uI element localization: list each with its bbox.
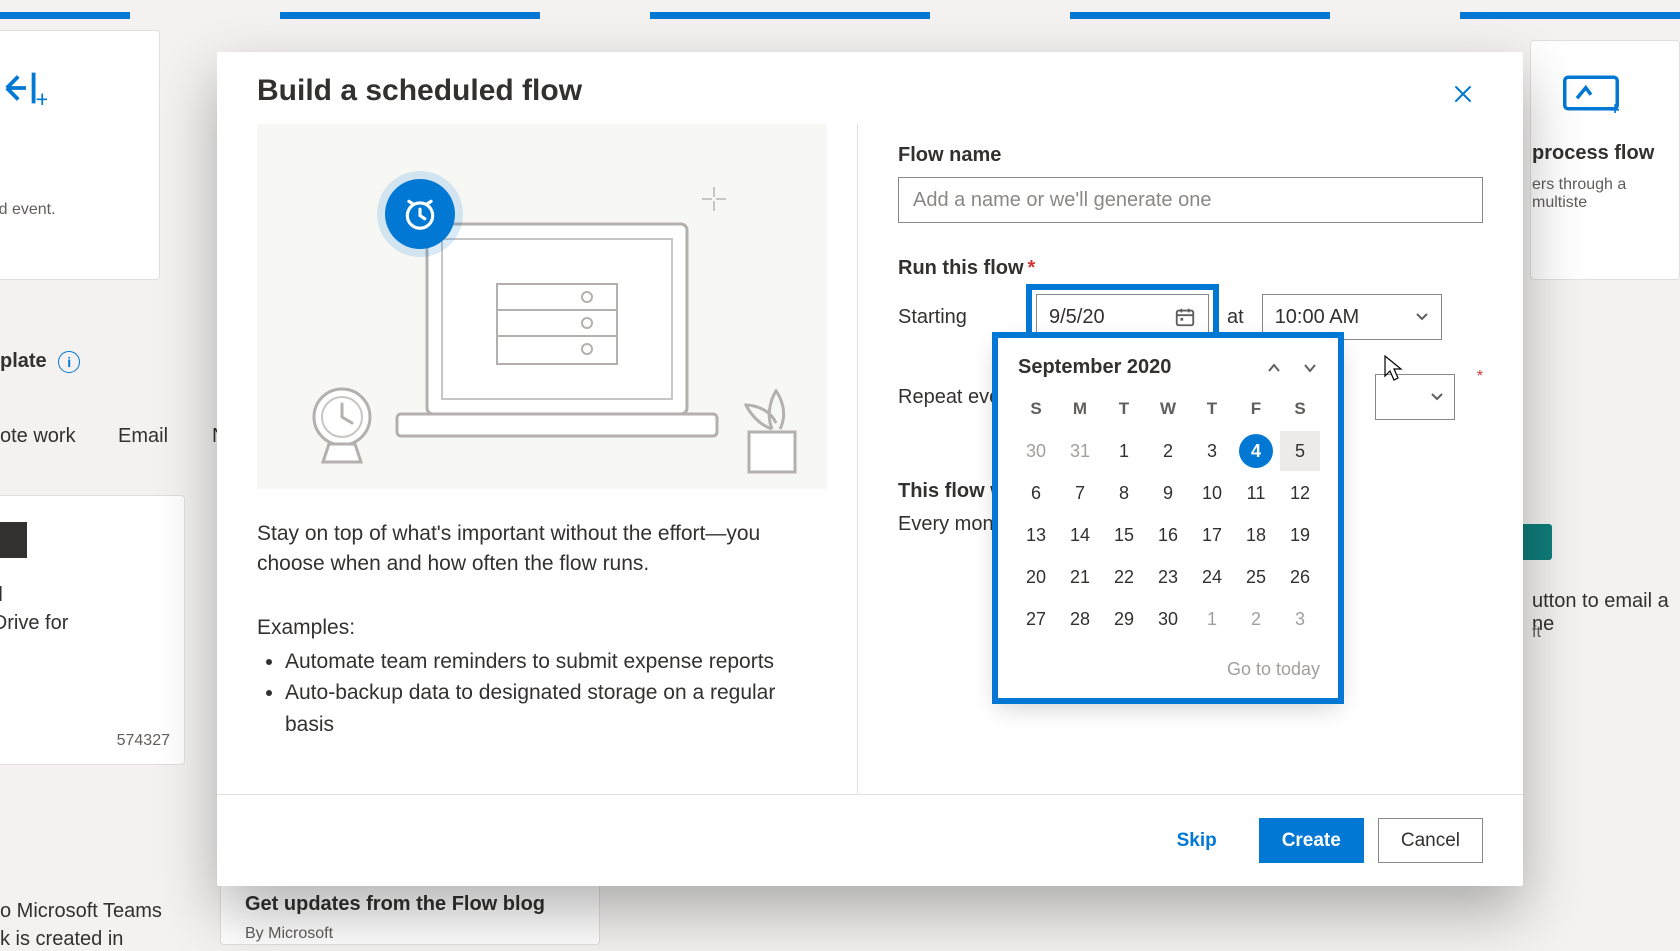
chevron-down-icon (1415, 310, 1429, 324)
examples-list: Automate team reminders to submit expens… (257, 646, 827, 741)
datepicker-day[interactable]: 3 (1192, 431, 1232, 471)
scheduled-flow-dialog: Build a scheduled flow (217, 52, 1523, 886)
datepicker-day[interactable]: 5 (1280, 431, 1320, 471)
schedule-illustration (257, 124, 827, 489)
examples-title: Examples: (257, 616, 827, 640)
datepicker-dow: M (1060, 389, 1100, 429)
datepicker-day[interactable]: 27 (1016, 599, 1056, 639)
bg-blog-by: By Microsoft (245, 925, 333, 943)
datepicker-day[interactable]: 15 (1104, 515, 1144, 555)
datepicker-day[interactable]: 9 (1148, 473, 1188, 513)
create-button[interactable]: Create (1259, 818, 1364, 863)
datepicker-day[interactable]: 23 (1148, 557, 1188, 597)
bg-teams-l2: k is created in (0, 928, 123, 951)
example-item: Automate team reminders to submit expens… (285, 646, 827, 678)
dialog-title: Build a scheduled flow (257, 74, 582, 108)
datepicker-day[interactable]: 3 (1280, 599, 1320, 639)
datepicker-day[interactable]: 29 (1104, 599, 1144, 639)
datepicker-day[interactable]: 1 (1104, 431, 1144, 471)
datepicker-day[interactable]: 10 (1192, 473, 1232, 513)
bg-template-label: plate i (0, 350, 80, 373)
skip-button[interactable]: Skip (1149, 818, 1245, 863)
datepicker-day[interactable]: 11 (1236, 473, 1276, 513)
bg-event-text: ignated event. (0, 201, 56, 219)
bg-tag-email[interactable]: Email (118, 425, 168, 448)
calendar-icon (1174, 306, 1196, 328)
datepicker-day[interactable]: 6 (1016, 473, 1056, 513)
datepicker-day[interactable]: 19 (1280, 515, 1320, 555)
starting-label: Starting (898, 306, 1018, 329)
start-time-select[interactable]: 10:00 AM (1262, 294, 1442, 340)
bg-process-sub: ers through a multiste (1532, 176, 1680, 212)
datepicker-day[interactable]: 12 (1280, 473, 1320, 513)
close-icon (1453, 84, 1473, 104)
start-date-value: 9/5/20 (1049, 306, 1105, 329)
close-button[interactable] (1443, 74, 1483, 114)
cursor-icon (1382, 354, 1404, 387)
prev-month-icon[interactable] (1266, 360, 1282, 376)
datepicker-dow: T (1192, 389, 1232, 429)
datepicker-month[interactable]: September 2020 (1018, 356, 1171, 379)
cancel-button[interactable]: Cancel (1378, 818, 1483, 863)
run-flow-label: Run this flow* (898, 257, 1483, 280)
datepicker-day[interactable]: 4 (1239, 434, 1273, 468)
example-item: Auto-backup data to designated storage o… (285, 677, 827, 740)
datepicker-dow: S (1016, 389, 1056, 429)
bg-button-by: ft (1532, 624, 1541, 642)
datepicker-day[interactable]: 30 (1016, 431, 1056, 471)
bg-card-email-l1: email (0, 584, 3, 607)
bg-process-title: process flow (1532, 142, 1654, 165)
flow-name-input[interactable] (898, 177, 1483, 223)
flow-name-label: Flow name (898, 144, 1483, 167)
alarm-clock-icon (385, 179, 455, 249)
datepicker-day[interactable]: 30 (1148, 599, 1188, 639)
datepicker-dow: T (1104, 389, 1144, 429)
datepicker-day[interactable]: 24 (1192, 557, 1232, 597)
date-picker: September 2020 SMTWTFS303112345678910111… (998, 338, 1338, 698)
info-icon[interactable]: i (58, 351, 80, 373)
datepicker-day[interactable]: 18 (1236, 515, 1276, 555)
datepicker-dow: W (1148, 389, 1188, 429)
datepicker-day[interactable]: 14 (1060, 515, 1100, 555)
at-label: at (1227, 306, 1244, 329)
bg-blog-title: Get updates from the Flow blog (245, 893, 545, 916)
next-month-icon[interactable] (1302, 360, 1318, 376)
datepicker-day[interactable]: 16 (1148, 515, 1188, 555)
datepicker-day[interactable]: 7 (1060, 473, 1100, 513)
datepicker-day[interactable]: 28 (1060, 599, 1100, 639)
datepicker-day[interactable]: 17 (1192, 515, 1232, 555)
go-to-today-link[interactable]: Go to today (1016, 659, 1320, 680)
datepicker-day[interactable]: 21 (1060, 557, 1100, 597)
bg-card-email-l2: OneDrive for (0, 612, 68, 635)
datepicker-day[interactable]: 8 (1104, 473, 1144, 513)
datepicker-day[interactable]: 26 (1280, 557, 1320, 597)
datepicker-dow: S (1280, 389, 1320, 429)
start-time-value: 10:00 AM (1275, 306, 1360, 329)
bg-button-card: utton to email a ne (1532, 590, 1680, 636)
datepicker-day[interactable]: 31 (1060, 431, 1100, 471)
datepicker-day[interactable]: 2 (1236, 599, 1276, 639)
start-date-input[interactable]: 9/5/20 (1036, 294, 1209, 340)
datepicker-day[interactable]: 20 (1016, 557, 1056, 597)
datepicker-day[interactable]: 2 (1148, 431, 1188, 471)
svg-text:+: + (1609, 97, 1620, 114)
datepicker-day[interactable]: 22 (1104, 557, 1144, 597)
datepicker-day[interactable]: 25 (1236, 557, 1276, 597)
svg-text:+: + (36, 86, 48, 111)
bg-teams-l1: o Microsoft Teams (0, 900, 162, 923)
chevron-down-icon (1430, 390, 1444, 404)
datepicker-day[interactable]: 1 (1192, 599, 1232, 639)
datepicker-day[interactable]: 13 (1016, 515, 1056, 555)
dialog-intro: Stay on top of what's important without … (257, 519, 827, 580)
bg-tag-notes[interactable]: ote work (0, 425, 76, 448)
datepicker-dow: F (1236, 389, 1276, 429)
bg-card-count: 574327 (117, 732, 170, 750)
